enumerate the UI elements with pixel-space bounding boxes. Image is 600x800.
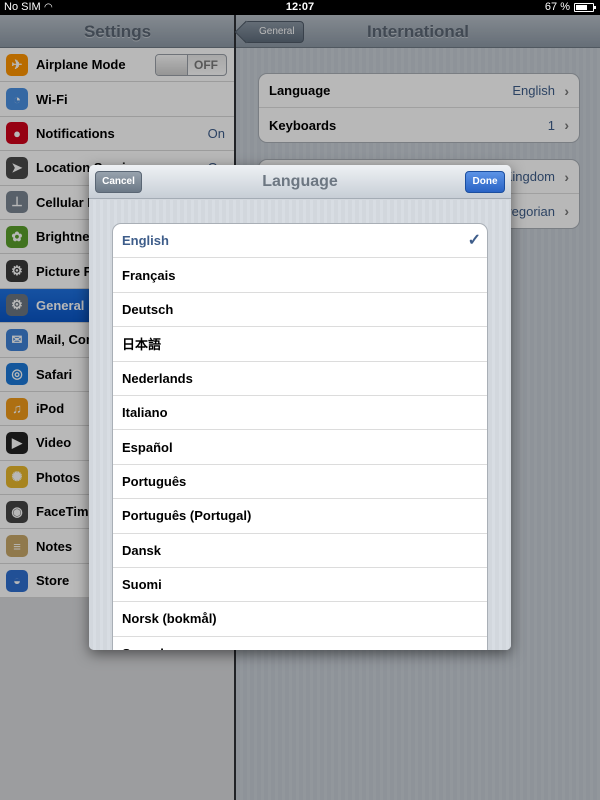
language-option[interactable]: Nederlands [113,362,487,396]
modal-content: English ✓ Français Deutsch 日本語 Nederlands Ital… [89,200,511,650]
language-option[interactable]: Svenska [113,637,487,650]
battery-percent: 67 % [544,1,570,13]
modal-navbar: Language Cancel Done [89,165,511,199]
language-option[interactable]: Italiano [113,396,487,431]
language-list[interactable]: English ✓ Français Deutsch 日本語 Nederlands Ital… [112,223,488,650]
clock: 12:07 [285,1,315,13]
status-bar: No SIM ◠ 12:07 67 % [0,0,600,15]
language-label: Suomi [122,577,162,593]
language-option[interactable]: Suomi [113,568,487,603]
language-option[interactable]: Dansk [113,534,487,568]
language-option[interactable]: Norsk (bokmål) [113,602,487,637]
language-option[interactable]: Português [113,465,487,500]
language-label: Français [122,267,176,283]
language-option[interactable]: Français [113,258,487,293]
language-label: Norsk (bokmål) [122,611,217,627]
language-label: Nederlands [122,370,193,386]
language-label: Español [122,439,173,455]
language-option[interactable]: Deutsch [113,293,487,328]
done-button[interactable]: Done [465,171,505,193]
cancel-button[interactable]: Cancel [95,171,142,193]
language-option[interactable]: Español [113,430,487,465]
language-label: Deutsch [122,301,174,317]
battery-icon [574,3,596,12]
language-label: English [122,233,169,249]
language-option[interactable]: Português (Portugal) [113,499,487,534]
language-option[interactable]: 日本語 [113,327,487,362]
language-label: Dansk [122,542,162,558]
language-label: Português (Portugal) [122,508,252,524]
language-modal: Language Cancel Done English ✓ Français Deu… [89,165,511,650]
modal-title: Language [262,173,338,190]
language-label: Português [122,473,187,489]
language-label: Svenska [122,646,175,650]
language-label: Italiano [122,405,168,421]
checkmark-icon: ✓ [467,232,481,249]
language-label: 日本語 [122,337,162,353]
language-option[interactable]: English ✓ [113,224,487,259]
